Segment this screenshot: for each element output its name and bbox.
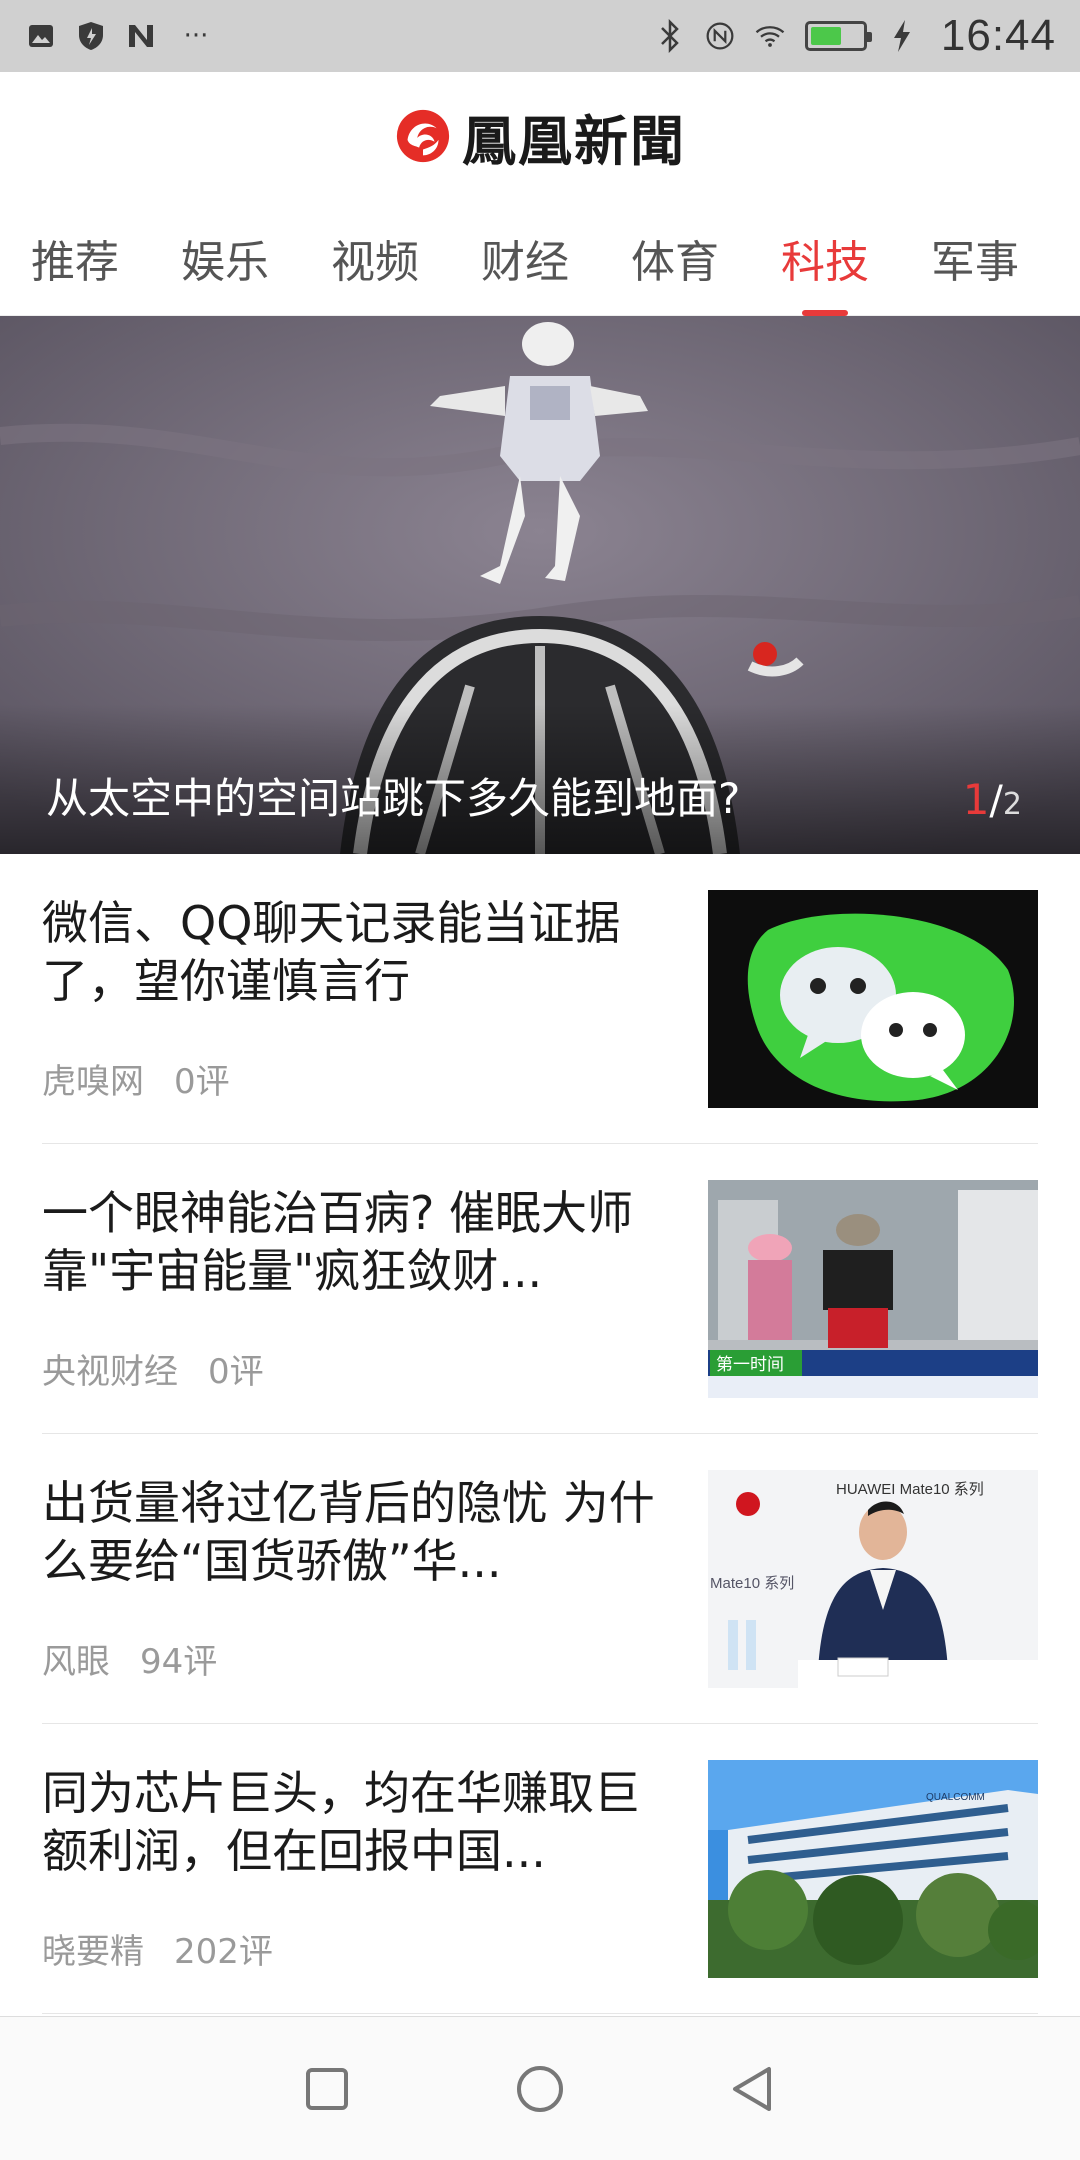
home-icon[interactable] — [510, 2059, 570, 2119]
news-thumbnail — [708, 890, 1038, 1108]
cctv-label: 第一时间 — [716, 1355, 784, 1375]
list-item[interactable]: 微信、QQ聊天记录能当证据了，望你谨慎言行 虎嗅网 0评 — [42, 854, 1038, 1144]
hero-caption: 从太空中的空间站跳下多久能到地面? — [46, 774, 741, 823]
recent-apps-icon[interactable] — [297, 2059, 357, 2119]
news-source: 虎嗅网 — [42, 1062, 144, 1102]
tab-video[interactable]: 视频 — [300, 208, 450, 316]
news-list: 微信、QQ聊天记录能当证据了，望你谨慎言行 虎嗅网 0评 一个眼神能治百病? 催… — [0, 854, 1080, 2014]
qualcomm-thumbnail-icon: QUALCOMM — [708, 1760, 1038, 1978]
n-icon — [126, 21, 156, 51]
back-icon[interactable] — [723, 2059, 783, 2119]
tab-finance[interactable]: 财经 — [450, 208, 600, 316]
tab-tech[interactable]: 科技 — [750, 208, 900, 316]
tab-entertainment[interactable]: 娱乐 — [150, 208, 300, 316]
news-title: 一个眼神能治百病? 催眠大师靠"宇宙能量"疯狂敛财... — [42, 1186, 634, 1298]
logo-text: 鳳凰新聞 — [462, 108, 686, 173]
news-thumbnail: QUALCOMM — [708, 1760, 1038, 1978]
hero-page-current: 1 — [962, 775, 990, 824]
news-meta: 央视财经 0评 — [42, 1344, 264, 1393]
list-item[interactable]: 同为芯片巨头，均在华赚取巨额利润，但在回报中国... 晓要精 202评 QUAL… — [42, 1724, 1038, 2014]
news-comments: 0评 — [174, 1062, 230, 1102]
hero-pager: 1/2 — [963, 775, 1022, 824]
hero-banner[interactable]: 从太空中的空间站跳下多久能到地面? 1/2 — [0, 316, 1080, 854]
hero-page-separator: / — [989, 778, 1003, 824]
news-title: 微信、QQ聊天记录能当证据了，望你谨慎言行 — [42, 896, 621, 1008]
news-comments: 0评 — [208, 1352, 264, 1392]
news-source: 央视财经 — [42, 1352, 178, 1392]
bluetooth-icon — [655, 19, 685, 53]
news-source: 晓要精 — [42, 1932, 144, 1972]
status-bar: ··· 16:44 — [0, 0, 1080, 72]
huawei-thumbnail-icon: HUAWEI Mate10 系列 Mate10 系列 — [708, 1470, 1038, 1688]
news-source: 风眼 — [42, 1642, 110, 1682]
news-comments: 202评 — [174, 1932, 273, 1972]
list-item[interactable]: 一个眼神能治百病? 催眠大师靠"宇宙能量"疯狂敛财... 央视财经 0评 第一时… — [42, 1144, 1038, 1434]
huawei-side-text: Mate10 系列 — [710, 1575, 794, 1592]
news-title: 同为芯片巨头，均在华赚取巨额利润，但在回报中国... — [42, 1766, 640, 1878]
wechat-thumbnail-icon — [708, 890, 1038, 1108]
cctv-thumbnail-icon: 第一时间 — [708, 1180, 1038, 1398]
battery-icon — [804, 21, 872, 51]
news-meta: 风眼 94评 — [42, 1634, 217, 1683]
news-comments: 94评 — [140, 1642, 218, 1682]
tab-sports[interactable]: 体育 — [600, 208, 750, 316]
app-logo: 鳳凰新聞 — [394, 97, 686, 176]
image-icon — [26, 21, 56, 51]
category-tabs: 推荐 娱乐 视频 财经 体育 科技 军事 — [0, 208, 1080, 316]
charging-icon — [887, 20, 917, 52]
tab-military[interactable]: 军事 — [900, 208, 1050, 316]
news-thumbnail: HUAWEI Mate10 系列 Mate10 系列 — [708, 1470, 1038, 1688]
qualcomm-sign: QUALCOMM — [926, 1792, 985, 1803]
nfc-icon — [705, 21, 735, 51]
list-item[interactable]: 出货量将过亿背后的隐忧 为什么要给“国货骄傲”华... 风眼 94评 HUAWE… — [42, 1434, 1038, 1724]
battery-level — [810, 27, 841, 45]
news-title: 出货量将过亿背后的隐忧 为什么要给“国货骄傲”华... — [42, 1476, 655, 1588]
tab-recommend[interactable]: 推荐 — [0, 208, 150, 316]
hero-page-total: 2 — [1002, 787, 1022, 822]
news-meta: 晓要精 202评 — [42, 1924, 273, 1973]
shield-icon — [76, 21, 106, 51]
status-left: ··· — [26, 21, 216, 51]
app-header: 鳳凰新聞 — [0, 72, 1080, 200]
news-meta: 虎嗅网 0评 — [42, 1054, 230, 1103]
system-nav-bar — [0, 2016, 1080, 2160]
status-time: 16:44 — [940, 11, 1056, 60]
status-right: 16:44 — [655, 11, 1056, 61]
wifi-icon — [755, 21, 785, 51]
phoenix-logo-icon — [396, 109, 450, 163]
news-thumbnail: 第一时间 — [708, 1180, 1038, 1398]
more-icon: ··· — [183, 21, 209, 51]
huawei-brand-text: HUAWEI Mate10 系列 — [836, 1481, 984, 1498]
